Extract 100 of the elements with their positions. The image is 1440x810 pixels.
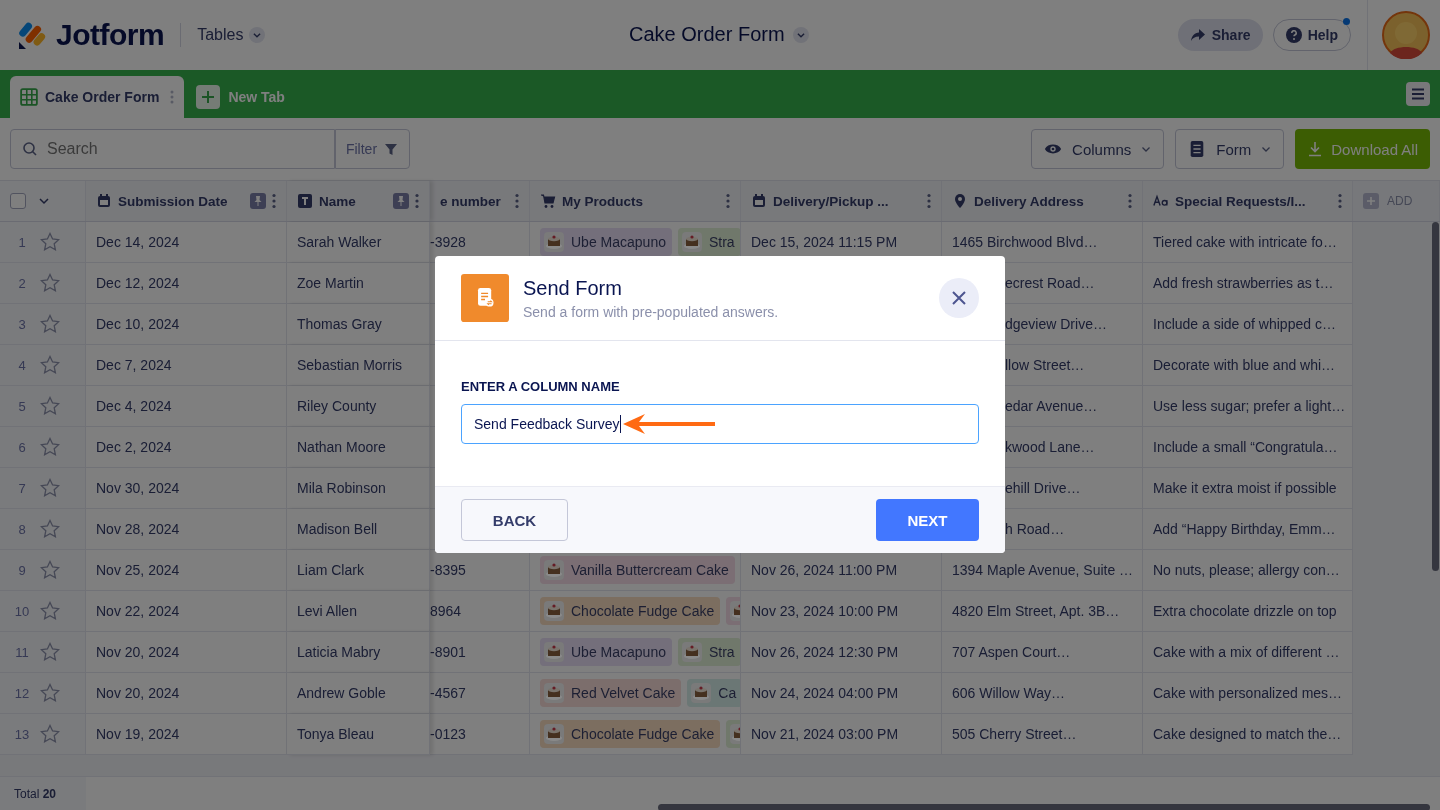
row-number: 2 — [17, 275, 27, 291]
column-header[interactable]: My Products — [530, 181, 741, 221]
tables-dropdown[interactable]: Tables — [197, 26, 266, 44]
location-pin-icon — [952, 193, 968, 209]
search-field[interactable]: Search — [10, 129, 335, 169]
form-button[interactable]: Form — [1175, 129, 1285, 169]
column-header[interactable]: Submission Date — [86, 181, 287, 221]
table-cell: 505 Cherry Street… — [952, 726, 1077, 742]
table-cell: 606 Willow Way… — [952, 685, 1066, 701]
table-cell: Nov 24, 2024 04:00 PM — [751, 685, 899, 701]
row-number: 1 — [17, 234, 27, 250]
table-cell: Sarah Walker — [297, 234, 382, 250]
row-number: 3 — [17, 316, 27, 332]
table-cell: Nov 26, 2024 11:00 PM — [751, 562, 898, 578]
new-tab-button[interactable]: New Tab — [196, 76, 285, 118]
more-icon[interactable] — [927, 193, 931, 209]
column-title: e number — [440, 193, 501, 209]
star-icon[interactable] — [40, 478, 60, 498]
more-icon[interactable] — [1128, 193, 1132, 209]
document-send-icon — [461, 274, 509, 322]
column-header[interactable]: Delivery/Pickup ... — [741, 181, 942, 221]
table-cell: Liam Clark — [297, 562, 364, 578]
row-number: 6 — [17, 439, 27, 455]
row-number: 10 — [14, 603, 30, 619]
table-cell: No nuts, please; allergy con… — [1153, 562, 1340, 578]
table-cell: Sebastian Morris — [297, 357, 403, 373]
vertical-scrollbar[interactable] — [1432, 222, 1439, 571]
chevron-down-icon — [1141, 144, 1152, 154]
avatar[interactable] — [1382, 11, 1430, 59]
table-cell: 1465 Birchwood Blvd… — [952, 234, 1098, 250]
table-cell: Include a small “Congratula… — [1153, 439, 1338, 455]
column-header[interactable]: Delivery Address — [942, 181, 1143, 221]
logo-icon — [18, 20, 48, 50]
star-icon[interactable] — [40, 396, 60, 416]
table-cell: 707 Aspen Court… — [952, 644, 1071, 660]
share-arrow-icon — [1189, 27, 1206, 43]
star-icon[interactable] — [40, 724, 60, 744]
column-title: Name — [319, 193, 356, 209]
chevron-down-icon — [1261, 144, 1272, 154]
more-icon[interactable] — [726, 193, 730, 209]
table-tab[interactable]: Cake Order Form — [10, 76, 185, 118]
more-icon[interactable] — [515, 193, 519, 209]
table-cell: Add fresh strawberries as t… — [1153, 275, 1334, 291]
star-icon[interactable] — [40, 437, 60, 457]
star-icon[interactable] — [40, 642, 60, 662]
filter-button[interactable]: Filter — [335, 129, 410, 169]
calendar-icon — [96, 193, 112, 209]
row-number: 11 — [14, 644, 30, 660]
close-icon — [951, 290, 967, 306]
table-cell: Mila Robinson — [297, 480, 386, 496]
chevron-down-icon[interactable] — [38, 195, 50, 207]
columns-button[interactable]: Columns — [1031, 129, 1165, 169]
font-icon — [1153, 193, 1169, 209]
product-tag: Chocolate Fudge Cake — [540, 597, 721, 625]
download-icon — [1307, 141, 1324, 157]
input-value: Send Feedback Survey — [474, 416, 620, 432]
more-icon[interactable] — [272, 193, 276, 209]
star-icon[interactable] — [40, 683, 60, 703]
horizontal-scrollbar[interactable] — [658, 804, 1430, 810]
product-tag: Stra — [677, 228, 740, 256]
table-cell: Cake with personalized mes… — [1153, 685, 1343, 701]
table-cell: Zoe Martin — [297, 275, 364, 291]
star-icon[interactable] — [40, 601, 60, 621]
share-button[interactable]: Share — [1177, 19, 1263, 51]
row-number: 7 — [17, 480, 27, 496]
column-header[interactable]: Name — [287, 181, 430, 221]
back-button[interactable]: BACK — [461, 499, 568, 541]
close-button[interactable] — [939, 278, 979, 318]
row-number: 5 — [17, 398, 27, 414]
column-name-field[interactable]: Send Feedback Survey — [461, 404, 979, 444]
star-icon[interactable] — [40, 273, 60, 293]
next-button[interactable]: NEXT — [876, 499, 979, 541]
star-icon[interactable] — [40, 519, 60, 539]
table-cell: Use less sugar; prefer a light… — [1153, 398, 1346, 414]
column-title: Delivery Address — [974, 193, 1084, 209]
pin-icon[interactable] — [393, 193, 409, 209]
pin-icon[interactable] — [250, 193, 266, 209]
star-icon[interactable] — [40, 560, 60, 580]
table-cell: llow Street… — [1005, 357, 1085, 373]
table-cell: Tiered cake with intricate fo… — [1153, 234, 1337, 250]
more-icon[interactable] — [415, 193, 419, 209]
table-cell: Dec 12, 2024 — [96, 275, 180, 291]
logo-text: Jotform — [56, 18, 165, 52]
menu-icon[interactable] — [1406, 82, 1430, 106]
star-icon[interactable] — [40, 314, 60, 334]
product-tag: Chocolate Fudge Cake — [540, 720, 721, 748]
more-icon[interactable] — [1338, 193, 1342, 209]
table-cell: 1394 Maple Avenue, Suite … — [952, 562, 1134, 578]
star-icon[interactable] — [40, 232, 60, 252]
search-icon — [22, 141, 38, 157]
table-cell: 8964 — [430, 603, 462, 619]
product-tag: Stra — [677, 638, 740, 666]
download-all-button[interactable]: Download All — [1295, 129, 1430, 169]
column-header[interactable]: e number — [430, 181, 530, 221]
dialog-subtitle: Send a form with pre-populated answers. — [523, 303, 779, 320]
select-all-checkbox[interactable] — [10, 193, 26, 209]
table-cell: Andrew Goble — [297, 685, 386, 701]
total-count: Total 20 — [0, 777, 86, 810]
star-icon[interactable] — [40, 355, 60, 375]
form-title-dropdown[interactable]: Cake Order Form — [629, 23, 809, 46]
